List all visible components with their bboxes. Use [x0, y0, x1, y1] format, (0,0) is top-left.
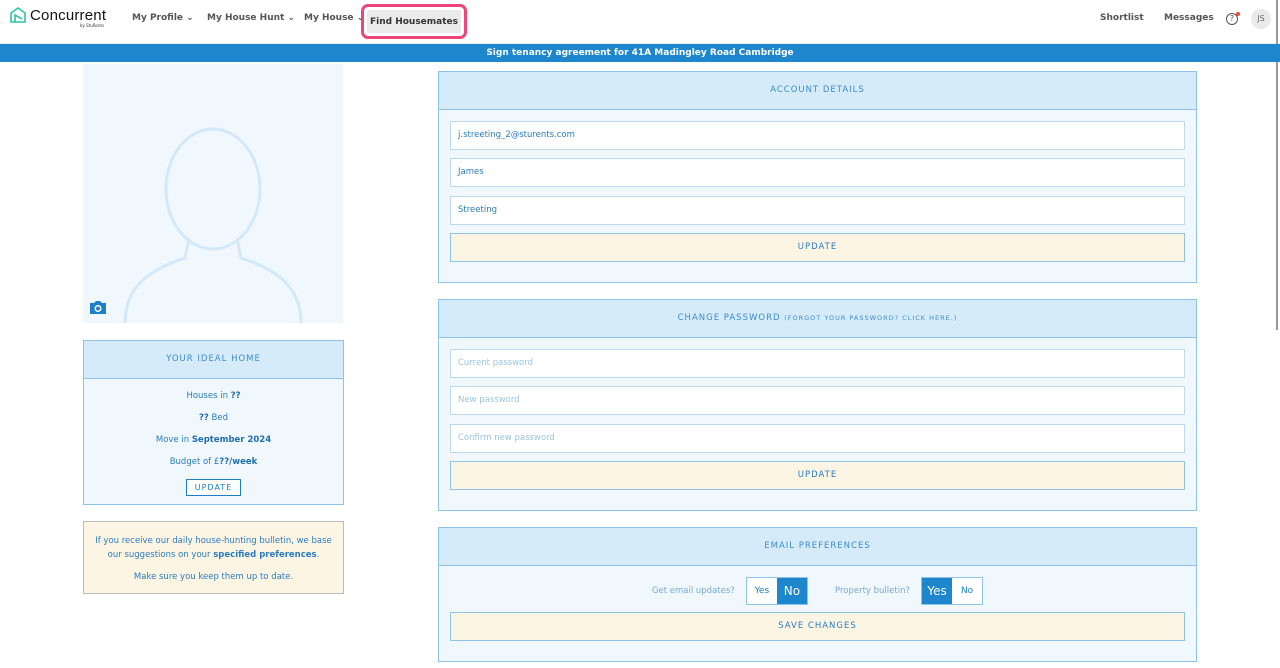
logo-subtext: by StuRents — [80, 23, 105, 28]
current-password-input[interactable]: Current password — [450, 349, 1185, 378]
first-name-field[interactable]: James — [450, 158, 1185, 187]
nav-shortlist[interactable]: Shortlist — [1100, 13, 1144, 23]
profile-photo[interactable] — [83, 64, 343, 323]
note-reminder: Make sure you keep them up to date. — [133, 572, 294, 582]
top-nav: Concurrent by StuRents My Profile ⌄ My H… — [0, 0, 1280, 44]
confirm-password-input[interactable]: Confirm new password — [450, 424, 1185, 453]
nav-my-profile[interactable]: My Profile ⌄ — [132, 13, 194, 23]
person-silhouette-icon — [123, 127, 303, 323]
save-changes-button[interactable]: SAVE CHANGES — [450, 612, 1185, 641]
nav-my-house-hunt[interactable]: My House Hunt ⌄ — [207, 13, 295, 23]
avatar[interactable]: JS — [1251, 9, 1271, 29]
new-password-input[interactable]: New password — [450, 386, 1185, 415]
find-housemates-button[interactable]: Find Housemates — [361, 4, 467, 39]
change-password-card: CHANGE PASSWORD (FORGOT YOUR PASSWORD? C… — [438, 299, 1197, 511]
logo-text: Concurrent — [30, 6, 107, 24]
last-name-field[interactable]: Streeting — [450, 196, 1185, 225]
ideal-home-title: YOUR IDEAL HOME — [84, 341, 343, 379]
account-details-card: ACCOUNT DETAILS j.streeting_2@sturents.c… — [438, 71, 1197, 283]
nav-messages[interactable]: Messages — [1164, 13, 1214, 23]
account-title: ACCOUNT DETAILS — [439, 72, 1196, 110]
ideal-home-card: YOUR IDEAL HOME Houses in ?? ?? Bed Move… — [83, 340, 344, 505]
email-field[interactable]: j.streeting_2@sturents.com — [450, 121, 1185, 150]
camera-icon[interactable] — [89, 300, 107, 315]
forgot-password-link[interactable]: (FORGOT YOUR PASSWORD? CLICK HERE.) — [784, 314, 957, 322]
bulletin-toggle[interactable]: Yes No — [921, 577, 984, 605]
bedrooms: ?? Bed — [198, 413, 229, 423]
bulletin-label: Property bulletin? — [834, 586, 910, 596]
password-title: CHANGE PASSWORD (FORGOT YOUR PASSWORD? C… — [439, 300, 1196, 338]
notification-dot — [1236, 12, 1240, 16]
budget: Budget of £??/week — [169, 457, 258, 467]
move-in: Move in September 2024 — [155, 435, 272, 445]
house-logo-icon — [10, 7, 26, 23]
ideal-home-update-button[interactable]: UPDATE — [185, 479, 242, 496]
bulletin-no[interactable]: No — [952, 578, 983, 604]
email-updates-toggle[interactable]: Yes No — [745, 577, 808, 605]
find-housemates-label: Find Housemates — [367, 10, 461, 33]
email-updates-label: Get email updates? — [651, 586, 735, 596]
tenancy-banner[interactable]: Sign tenancy agreement for 41A Madingley… — [0, 44, 1280, 62]
logo[interactable]: Concurrent by StuRents — [9, 6, 107, 28]
email-preferences-card: EMAIL PREFERENCES Get email updates? Yes… — [438, 527, 1197, 662]
specified-preferences-link[interactable]: specified preferences — [213, 550, 316, 560]
account-update-button[interactable]: UPDATE — [450, 233, 1185, 262]
email-prefs-title: EMAIL PREFERENCES — [439, 528, 1196, 566]
email-updates-yes[interactable]: Yes — [746, 578, 777, 604]
bulletin-note: If you receive our daily house-hunting b… — [83, 521, 344, 594]
email-updates-no[interactable]: No — [776, 578, 807, 604]
bulletin-yes[interactable]: Yes — [922, 578, 953, 604]
nav-my-house[interactable]: My House ⌄ — [304, 13, 364, 23]
password-update-button[interactable]: UPDATE — [450, 461, 1185, 490]
houses-in: Houses in ?? — [186, 391, 241, 401]
